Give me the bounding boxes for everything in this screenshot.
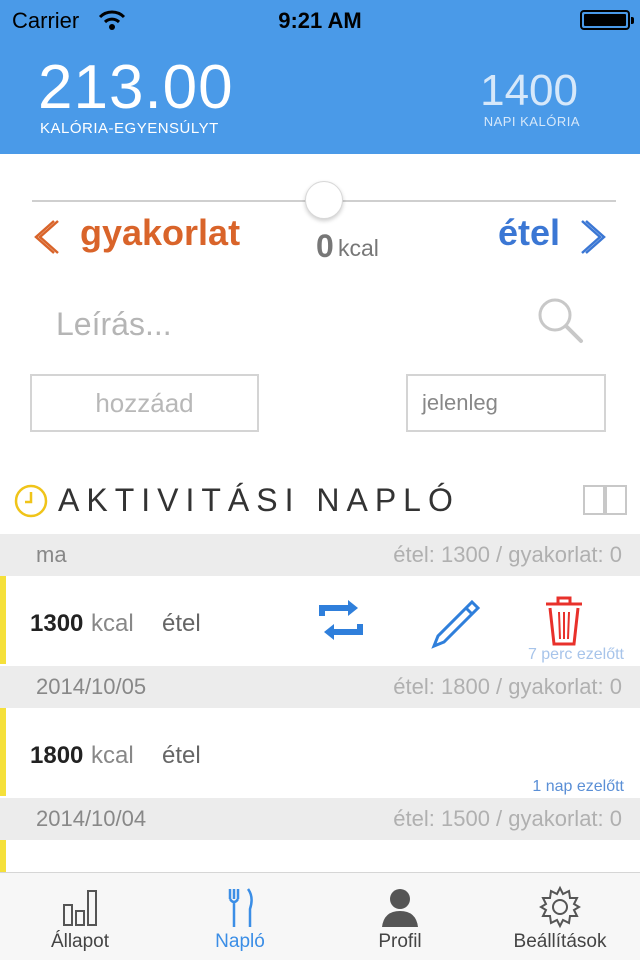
status-bar: Carrier 9:21 AM	[0, 0, 640, 40]
tab-settings[interactable]: Beállítások	[480, 873, 640, 960]
log-entry[interactable]	[0, 840, 640, 872]
entry-kcal-unit: kcal	[91, 610, 134, 637]
entry-time-ago: 7 perc ezelőtt	[527, 646, 624, 663]
tab-status[interactable]: Állapot	[0, 873, 160, 960]
chevron-left-icon[interactable]	[30, 218, 60, 256]
calorie-slider-thumb[interactable]	[305, 181, 343, 219]
calorie-balance-label: KALÓRIA-EGYENSÚLYT	[40, 120, 219, 137]
chevron-right-icon[interactable]	[580, 218, 610, 256]
log-entry[interactable]: 1300 kcal étel 7 perc ezelőtt	[0, 576, 640, 664]
chart-icon	[63, 890, 97, 926]
trash-icon[interactable]	[542, 594, 586, 648]
day-date: 2014/10/04	[36, 806, 147, 831]
entry-kcal: 1800	[30, 742, 84, 769]
daily-calories: 1400	[480, 66, 578, 115]
entry-type: étel	[162, 610, 201, 637]
battery-icon	[580, 10, 634, 30]
time-field[interactable]: jelenleg	[406, 374, 606, 432]
exercise-option[interactable]: gyakorlat	[80, 212, 240, 254]
food-option[interactable]: étel	[498, 212, 560, 254]
day-summary: étel: 1300 / gyakorlat: 0	[393, 542, 622, 567]
add-button[interactable]: hozzáad	[30, 374, 259, 432]
search-icon[interactable]	[536, 296, 584, 344]
kcal-unit: kcal	[338, 235, 379, 261]
tab-diary[interactable]: Napló	[160, 873, 320, 960]
repeat-icon[interactable]	[314, 598, 368, 642]
description-input[interactable]	[56, 300, 496, 348]
tab-label: Profil	[378, 931, 422, 952]
day-date: 2014/10/05	[36, 674, 147, 699]
book-icon[interactable]	[582, 482, 628, 516]
gear-icon	[539, 885, 581, 929]
clock-icon	[14, 484, 48, 518]
day-date: ma	[36, 542, 67, 567]
day-summary: étel: 1800 / gyakorlat: 0	[393, 674, 622, 699]
daily-calories-label: NAPI KALÓRIA	[483, 114, 580, 129]
fork-knife-icon	[228, 888, 253, 927]
kcal-amount: 0	[316, 228, 334, 264]
calorie-balance: 213.00	[38, 53, 234, 122]
tab-label: Állapot	[50, 931, 110, 952]
tab-bar: Állapot Napló Profil Beállítások	[0, 872, 640, 960]
day-header: ma étel: 1300 / gyakorlat: 0	[0, 534, 640, 576]
clock-time: 9:21 AM	[278, 8, 362, 33]
entry-time-ago: 1 nap ezelőtt	[532, 778, 624, 795]
tab-profile[interactable]: Profil	[320, 873, 480, 960]
entry-kcal-unit: kcal	[91, 742, 134, 769]
day-header: 2014/10/04 étel: 1500 / gyakorlat: 0	[0, 798, 640, 840]
calorie-header: 213.00 KALÓRIA-EGYENSÚLYT 1400 NAPI KALÓ…	[0, 40, 640, 154]
entry-type: étel	[162, 742, 201, 769]
day-header: 2014/10/05 étel: 1800 / gyakorlat: 0	[0, 666, 640, 708]
tab-label: Beállítások	[513, 931, 607, 952]
pencil-icon[interactable]	[430, 596, 482, 650]
day-summary: étel: 1500 / gyakorlat: 0	[393, 806, 622, 831]
person-icon	[382, 889, 418, 927]
entry-kcal: 1300	[30, 610, 84, 637]
activity-log-title: AKTIVITÁSI NAPLÓ	[58, 482, 460, 518]
tab-label: Napló	[215, 931, 265, 952]
log-entry[interactable]: 1800 kcal étel 1 nap ezelőtt	[0, 708, 640, 796]
